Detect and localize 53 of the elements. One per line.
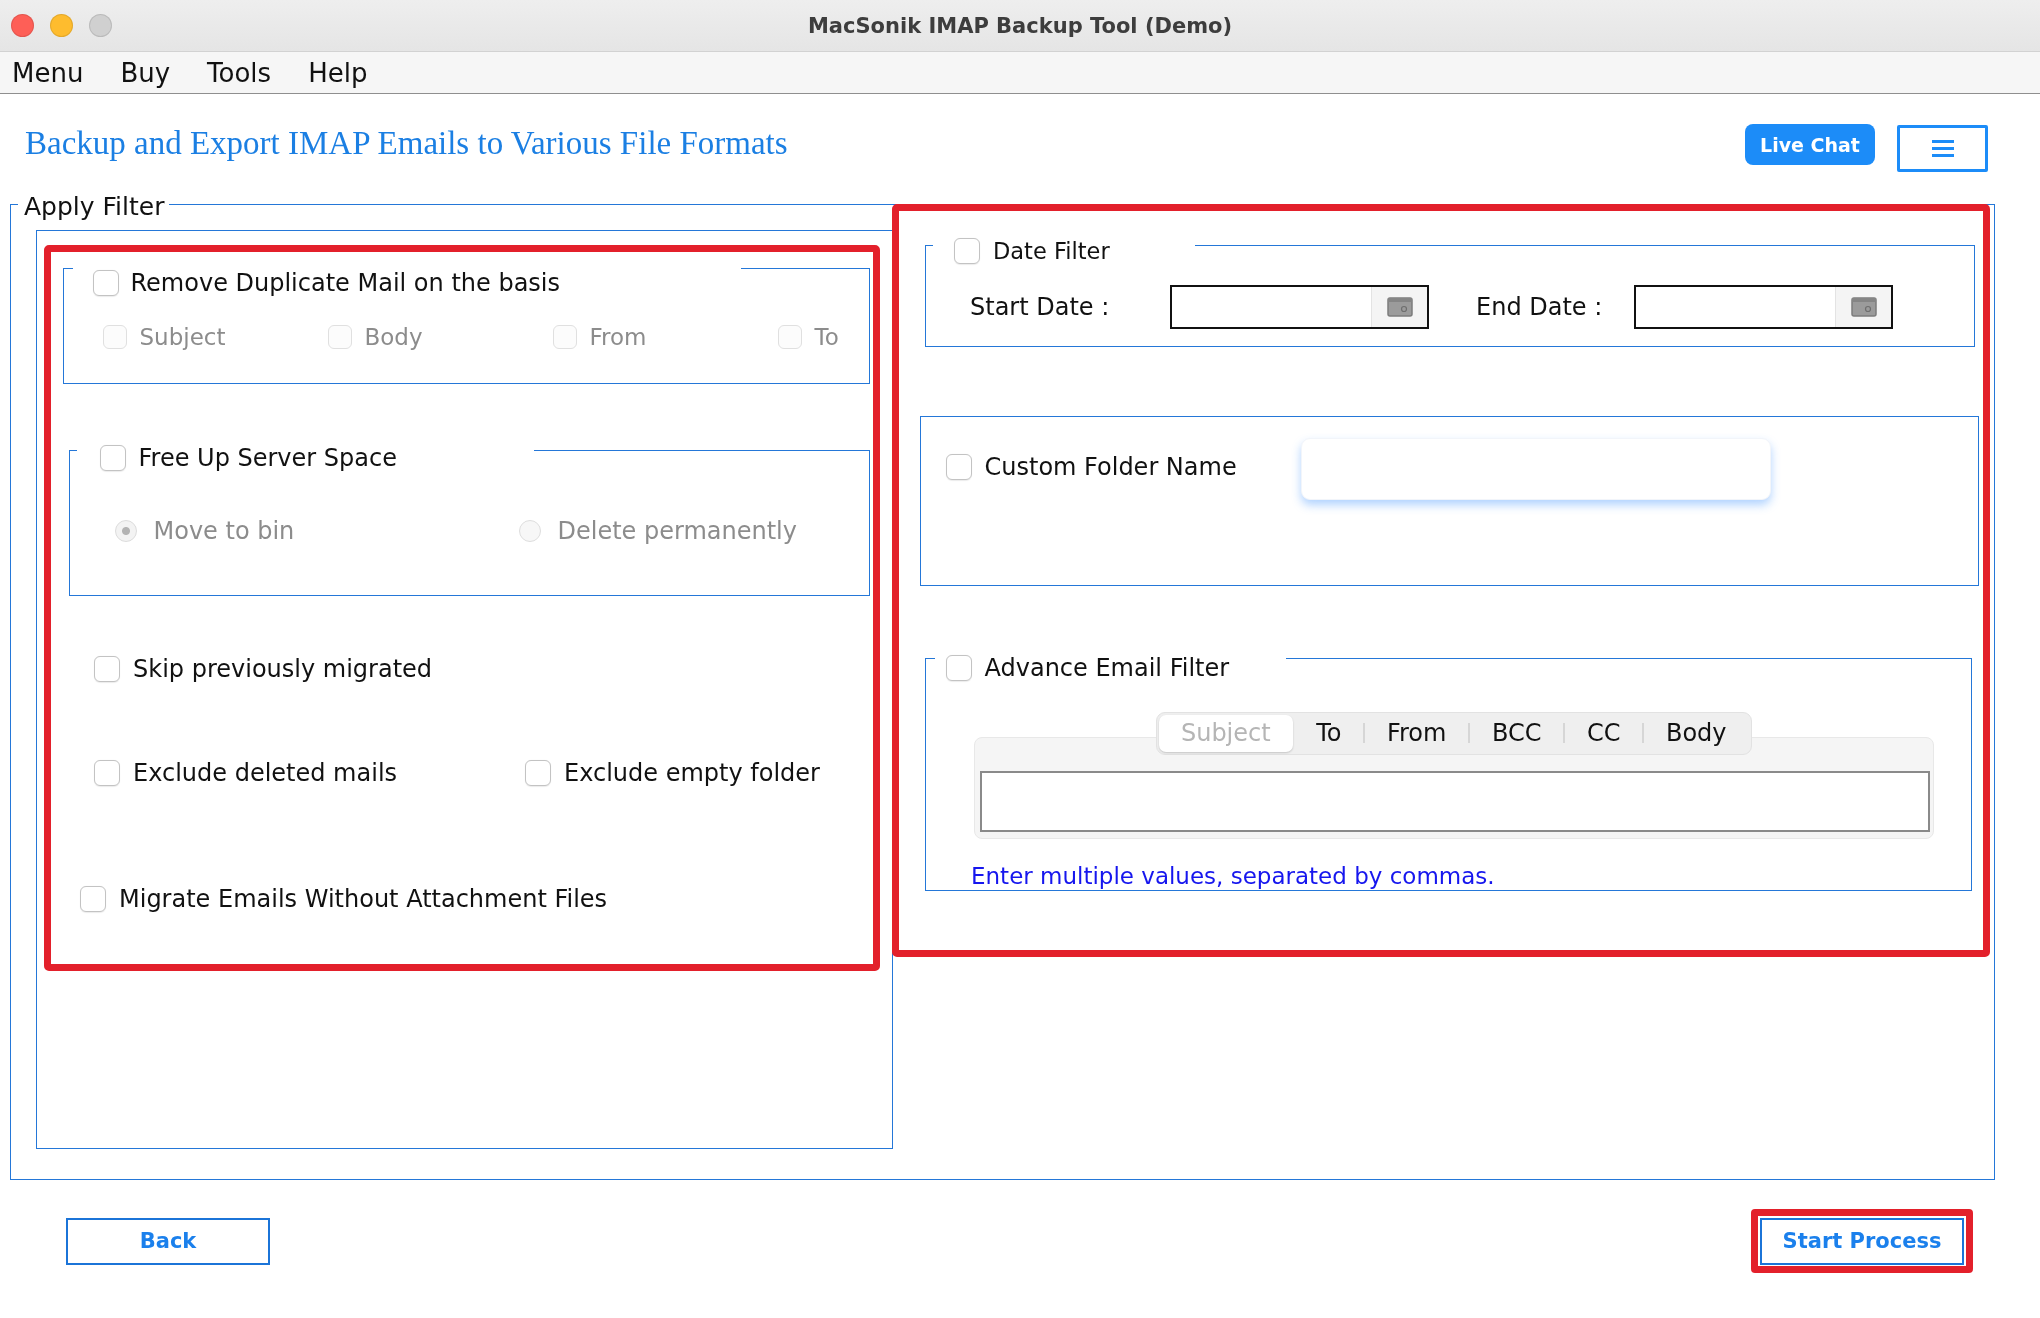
calendar-icon	[1850, 297, 1877, 317]
date-field[interactable]	[1634, 285, 1893, 329]
date-field[interactable]	[1170, 285, 1429, 329]
checkbox-label: Migrate Emails Without Attachment Files	[119, 883, 608, 914]
filter-tab[interactable]: CC	[1564, 714, 1643, 752]
checkbox[interactable]	[945, 453, 972, 480]
radio-label: Move to bin	[153, 516, 295, 546]
radio-label: Delete permanently	[557, 516, 797, 546]
checkbox-label: Body	[364, 323, 423, 350]
page-title: Backup and Export IMAP Emails to Various File Formats	[25, 124, 788, 163]
checkbox-label: To	[814, 323, 839, 350]
menu-item[interactable]: Help	[308, 56, 368, 89]
checkbox-label: Advance Email Filter	[984, 652, 1230, 683]
footer-button[interactable]: Back	[66, 1217, 270, 1265]
calendar-button[interactable]	[1835, 287, 1891, 327]
checkbox[interactable]	[945, 654, 972, 681]
close-button[interactable]	[11, 14, 34, 37]
checkbox[interactable]	[80, 885, 106, 912]
checkbox-label: Date Filter	[993, 237, 1110, 266]
menu-item[interactable]: Buy	[120, 56, 171, 89]
checkbox-label: Custom Folder Name	[984, 451, 1237, 482]
checkbox-label: Free Up Server Space	[138, 443, 397, 473]
checkbox[interactable]	[525, 759, 551, 786]
field-label: Start Date :	[970, 292, 1111, 322]
checkbox-label: Remove Duplicate Mail on the basis	[130, 267, 561, 298]
checkbox-label: From	[589, 323, 647, 350]
filter-tab[interactable]: To	[1294, 714, 1364, 752]
filter-values-field[interactable]	[979, 770, 1930, 832]
menu-item[interactable]: Tools	[207, 56, 272, 89]
checkbox[interactable]	[94, 759, 120, 786]
menu-icon	[1931, 140, 1954, 157]
menu-item[interactable]: Menu	[12, 56, 84, 89]
calendar-button[interactable]	[1371, 287, 1427, 327]
menu-button[interactable]	[1897, 125, 1988, 172]
minimize-button[interactable]	[50, 14, 73, 37]
folder-name-field[interactable]	[1300, 437, 1771, 500]
checkbox[interactable]	[953, 238, 980, 264]
checkbox[interactable]	[94, 655, 120, 682]
checkbox[interactable]	[99, 445, 126, 471]
hint-text: Enter multiple values, separated by commas.	[971, 862, 1495, 890]
filter-tab[interactable]: From	[1364, 714, 1469, 752]
filter-tab[interactable]: Body	[1643, 714, 1749, 752]
filter-tab[interactable]: BCC	[1469, 714, 1564, 752]
window-title: MacSonik IMAP Backup Tool (Demo)	[807, 13, 1233, 38]
checkbox-label: Exclude empty folder	[564, 757, 820, 788]
footer-button[interactable]: Start Process	[1760, 1217, 1964, 1265]
checkbox[interactable]	[92, 269, 119, 296]
checkbox-label: Skip previously migrated	[133, 653, 433, 684]
field-label: End Date :	[1476, 292, 1604, 322]
calendar-icon	[1386, 297, 1413, 317]
panel-title: Apply Filter	[24, 192, 165, 222]
checkbox-label: Exclude deleted mails	[133, 757, 398, 788]
checkbox-label: Subject	[139, 323, 226, 350]
